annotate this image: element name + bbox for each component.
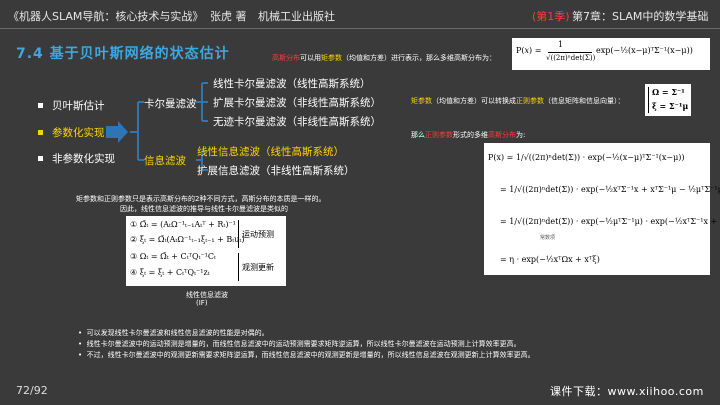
bullet-square bbox=[38, 130, 43, 135]
book-title: 《机器人SLAM导航：核心技术与实战》 bbox=[8, 10, 204, 23]
kalman-item-linear: 线性卡尔曼滤波（线性高斯系统） bbox=[213, 78, 371, 90]
info-item-extended: 扩展信息滤波（非线性高斯系统） bbox=[197, 165, 355, 177]
slide-title: 7.4 基于贝叶斯网络的状态估计 bbox=[16, 46, 230, 62]
bullet-square bbox=[38, 103, 43, 108]
volume-label: (第1季) bbox=[532, 10, 570, 23]
chapter-label: 第7章：SLAM中的数学基础 bbox=[572, 10, 709, 23]
observation-update-label: 观测更新 bbox=[242, 263, 274, 272]
compare-note-2: 因此，线性信息滤波的推导与线性卡尔曼滤波是类似的 bbox=[120, 205, 288, 213]
publisher: 机械工业出版社 bbox=[258, 10, 335, 23]
canonical-note: 那么正则参数形式的多维高斯分布为: bbox=[411, 131, 526, 139]
branch-kalman: 卡尔曼滤波 bbox=[144, 98, 197, 110]
constant-term-label: 常数项 bbox=[540, 235, 556, 241]
info-item-linear: 线性信息滤波（线性高斯系统） bbox=[197, 146, 344, 158]
moment-to-canonical-note: 矩参数（均值和方差）可以转换成正则参数（信息矩阵和信息向量）： bbox=[411, 97, 625, 105]
formula-omega-xi: Ω = Σ⁻¹ ξ = Σ⁻¹μ bbox=[645, 84, 691, 116]
bullet-square bbox=[38, 156, 43, 161]
author: 张虎 著 bbox=[210, 10, 247, 23]
moment-note: 高斯分布可以用矩参数（均值和方差）进行表示，那么多维高斯分布为： bbox=[272, 54, 496, 62]
download-link[interactable]: 课件下载：www.xiihoo.com bbox=[550, 383, 704, 399]
compare-note-1: 矩参数和正则参数只是表示高斯分布的2种不同方式，高斯分布的本质是一样的。 bbox=[76, 195, 326, 203]
root-item-parametric: 参数化实现 bbox=[52, 127, 105, 139]
kalman-item-extended: 扩展卡尔曼滤波（非线性高斯系统） bbox=[213, 97, 381, 109]
arrow-right-icon bbox=[106, 121, 128, 143]
formula-information-filter: ① Ω̄ₜ = (AₜΩ⁻¹ₜ₋₁Aₜᵀ + Rₜ)⁻¹ ② ξ̄ₜ = Ω̄ₜ… bbox=[126, 216, 286, 286]
formula-canonical-derivation: P(x) = 1/√((2π)ⁿdet(Σ)) · exp(−½(x−μ)ᵀΣ⁻… bbox=[484, 143, 720, 275]
conclusion-bullet: • 不过，线性卡尔曼滤波中的观测更新需要求矩阵逆运算，而线性信息滤波中的观测更新… bbox=[78, 351, 535, 359]
page-number: 72/92 bbox=[16, 384, 48, 397]
conclusion-bullet: • 可以发现线性卡尔曼滤波和线性信息滤波的性能是对偶的。 bbox=[78, 329, 269, 337]
conclusion-bullet: • 线性卡尔曼滤波中的运动预测是增量的，而线性信息滤波中的运动预测需要求矩阵逆运… bbox=[78, 340, 521, 348]
motion-prediction-label: 运动预测 bbox=[242, 230, 274, 239]
header-divider bbox=[0, 28, 720, 29]
formula-gauss-moment: P(x) = 1 √((2π)ⁿdet(Σ)) exp(−½(x−μ)ᵀΣ⁻¹(… bbox=[512, 38, 710, 70]
root-item-bayes: 贝叶斯估计 bbox=[52, 100, 105, 112]
kalman-item-unscented: 无迹卡尔曼滤波（非线性高斯系统） bbox=[213, 116, 381, 128]
branch-info: 信息滤波 bbox=[144, 155, 186, 167]
filter-caption-abbr: (IF) bbox=[196, 299, 208, 307]
